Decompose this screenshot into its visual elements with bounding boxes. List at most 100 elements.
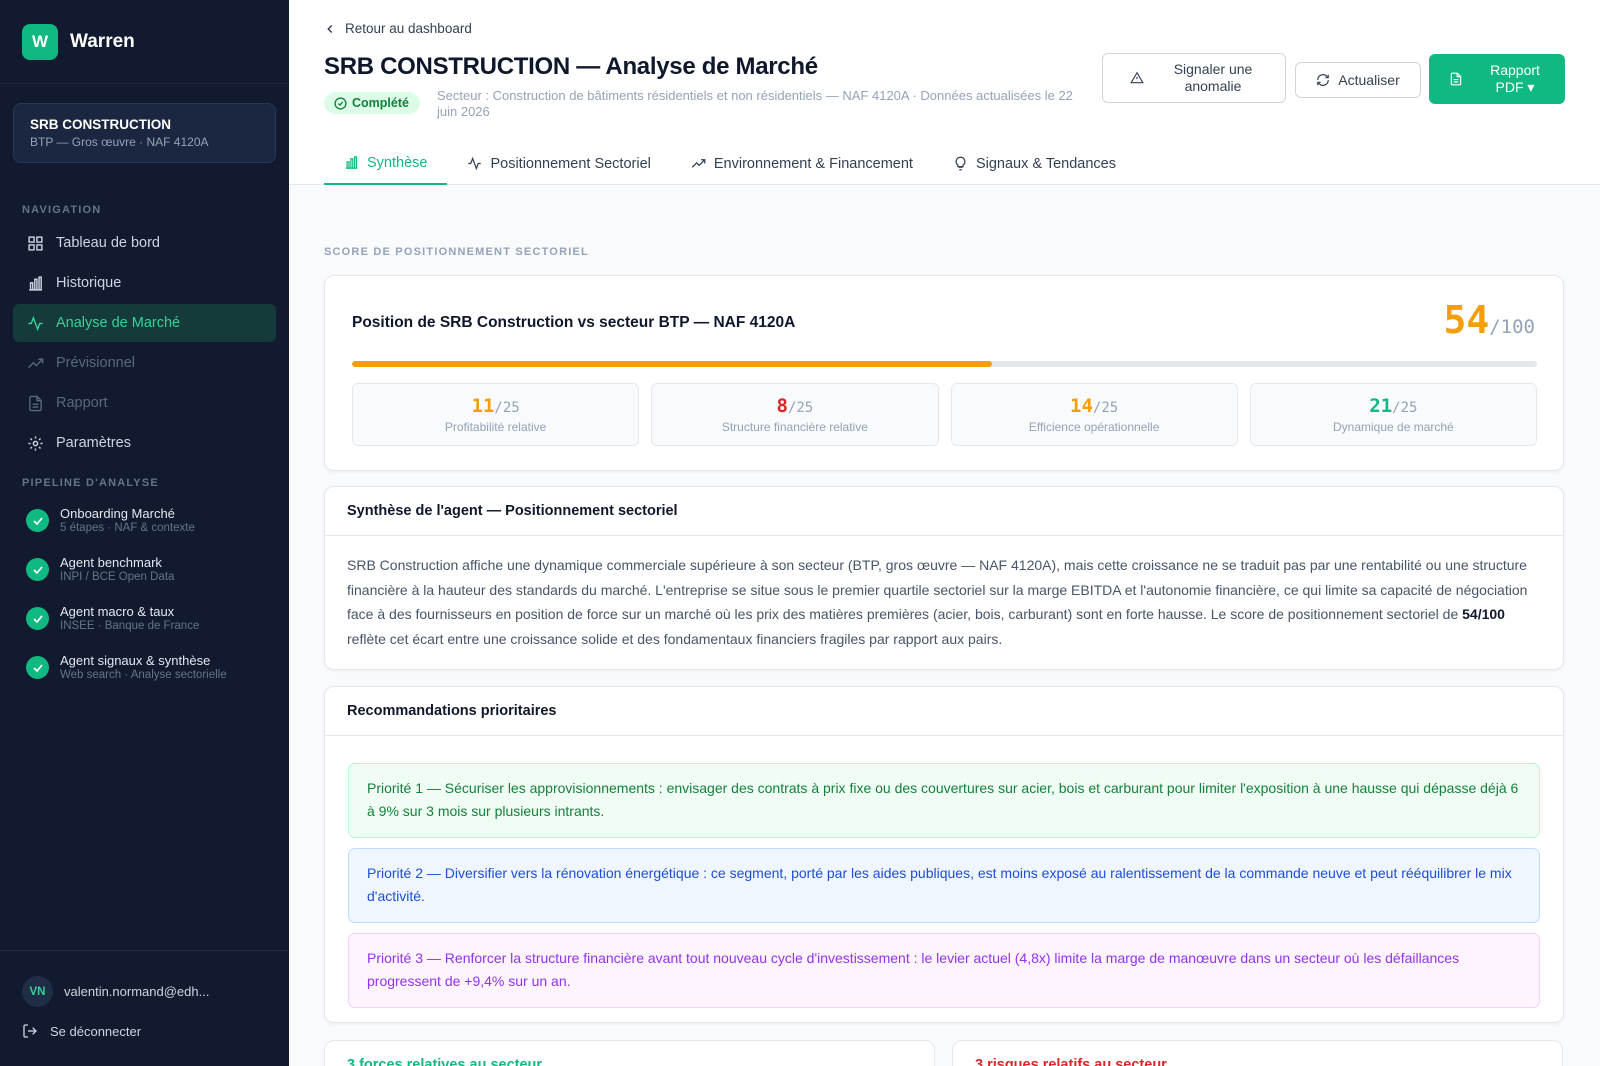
avatar[interactable]: VN [22,976,53,1007]
pipeline-step: Agent benchmark INPI / BCE Open Data [26,555,174,583]
subscore-label: Profitabilité relative [444,420,547,434]
activity-icon [28,315,43,331]
sidebar-item-label: Historique [56,275,122,291]
score-progress-bar [352,361,1537,367]
subscore-max: /25 [494,400,520,416]
company-card[interactable]: SRB CONSTRUCTION BTP — Gros œuvre · NAF … [13,103,276,163]
status-label: Complété [352,96,409,110]
recommendation-priority-2: Priorité 2 — Diversifier vers la rénovat… [348,848,1540,923]
sidebar-item-dashboard[interactable]: Tableau de bord [13,224,276,262]
sector-description: Secteur : Construction de bâtiments rési… [437,88,1073,119]
pipeline-step: Agent signaux & synthèse Web search · Ana… [26,653,227,681]
file-icon [29,395,42,411]
tab-label: Synthèse [367,154,428,171]
subscore-label: Dynamique de marché [1333,420,1454,434]
tab-sector-positioning[interactable]: Positionnement Sectoriel [447,142,670,185]
tab-label: Environnement & Financement [713,155,913,172]
back-link-label: Retour au dashboard [345,21,472,36]
score-progress-fill [352,361,992,367]
sidebar-item-market-analysis[interactable]: Analyse de Marché [13,304,276,342]
synthesis-title: Synthèse de l'agent — Positionnement sec… [325,487,1563,536]
nav-section-label: NAVIGATION [22,204,102,216]
pipeline-step: Agent macro & taux INSEE · Banque de Fran… [26,604,199,632]
tab-environment-financing[interactable]: Environnement & Financement [671,142,933,185]
back-link[interactable]: Retour au dashboard [323,21,472,36]
recommendations-card: Recommandations prioritaires Priorité 1 … [324,686,1564,1023]
check-icon [26,509,49,532]
pipeline-step: Onboarding Marché 5 étapes · NAF & contex… [26,506,195,534]
sidebar-item-history[interactable]: Historique [13,264,276,302]
tab-signals-trends[interactable]: Signaux & Tendances [933,142,1136,185]
activity-icon [468,156,482,171]
sidebar: W Warren SRB CONSTRUCTION BTP — Gros œuv… [0,0,289,1066]
brand: W Warren [0,0,289,84]
check-icon [26,558,49,581]
status-badge: Complété [324,92,420,114]
sidebar-item-label: Prévisionnel [56,355,135,371]
logout-label: Se déconnecter [50,1023,142,1039]
report-anomaly-label: Signaler une anomalie [1173,61,1253,94]
subscore-value: 21 [1369,395,1393,417]
sidebar-item-forecast: Prévisionnel [13,344,276,382]
check-icon [26,656,49,679]
pipeline-step-sub: Web search · Analyse sectorielle [60,669,227,681]
subscore-max: /25 [1392,400,1418,416]
pipeline-step-title: Agent signaux & synthèse [60,653,211,668]
gear-icon [28,435,43,451]
grid-icon [28,235,43,251]
strengths-card: 3 forces relatives au secteur [324,1040,935,1066]
trending-up-icon [691,159,706,168]
risks-title: 3 risques relatifs au secteur [975,1057,1167,1066]
tab-label: Signaux & Tendances [975,155,1116,172]
score-title: Position de SRB Construction vs secteur … [352,314,796,331]
subscore-operational-efficiency: 14/25 Efficience opérationnelle [950,383,1238,446]
pipeline-step-sub: 5 étapes · NAF & contexte [60,522,195,534]
recommendation-priority-1: Priorité 1 — Sécuriser les approvisionne… [348,763,1540,838]
sidebar-item-label: Rapport [56,395,108,411]
sidebar-item-label: Paramètres [56,435,131,451]
pdf-report-button[interactable]: Rapport PDF ▾ [1429,54,1565,104]
score-section-label: SCORE DE POSITIONNEMENT SECTORIEL [324,246,589,258]
report-anomaly-button[interactable]: Signaler une anomalie [1102,53,1286,103]
subscore-financial-structure: 8/25 Structure financière relative [651,383,939,446]
synthesis-score: 54/100 [1462,606,1505,622]
company-name: SRB CONSTRUCTION [30,117,171,132]
bar-chart-icon [345,156,358,169]
score-value: 54 /100 [1443,298,1535,342]
refresh-label: Actualiser [1338,72,1400,88]
sidebar-item-settings[interactable]: Paramètres [13,424,276,462]
subscore-value: 11 [471,395,495,417]
strengths-title: 3 forces relatives au secteur [347,1057,543,1066]
subscore-max: /25 [1092,400,1119,416]
pipeline-step-title: Agent benchmark [60,555,162,570]
lightbulb-icon [955,156,966,171]
check-icon [26,607,49,630]
subscore-profitability: 11/25 Profitabilité relative [352,383,640,446]
pipeline-step-title: Agent macro & taux [60,604,175,619]
sidebar-item-label: Analyse de Marché [56,315,181,331]
refresh-button[interactable]: Actualiser [1295,62,1421,98]
tab-bar: Synthèse Positionnement Sectoriel Enviro… [324,142,1136,185]
score-max: /100 [1489,316,1535,338]
recommendations-list: Priorité 1 — Sécuriser les approvisionne… [325,736,1563,1008]
subscore-market-dynamics: 21/25 Dynamique de marché [1249,383,1537,446]
brand-name: Warren [70,30,135,52]
user-email: valentin.normand@edh... [64,984,210,999]
tab-synthesis[interactable]: Synthèse [324,142,448,185]
company-sub: BTP — Gros œuvre · NAF 4120A [30,135,209,149]
subscores: 11/25 Profitabilité relative 8/25 Struct… [352,383,1537,446]
subscore-label: Structure financière relative [721,420,868,434]
score-card: Position de SRB Construction vs secteur … [324,275,1564,471]
synthesis-text-part: SRB Construction affiche une dynamique c… [347,557,1528,622]
subscore-value: 14 [1070,395,1093,417]
score-number: 54 [1443,298,1490,342]
pipeline-step-title: Onboarding Marché [60,506,175,521]
sidebar-footer: VN valentin.normand@edh... Se déconnecte… [0,950,289,1066]
pipeline-section-label: PIPELINE D'ANALYSE [22,477,159,489]
trending-up-icon [27,358,44,368]
warning-icon [1130,71,1144,84]
logout-button[interactable]: Se déconnecter [22,1023,141,1039]
synthesis-card: Synthèse de l'agent — Positionnement sec… [324,486,1564,670]
subscore-max: /25 [787,400,814,416]
risks-card: 3 risques relatifs au secteur [952,1040,1563,1066]
